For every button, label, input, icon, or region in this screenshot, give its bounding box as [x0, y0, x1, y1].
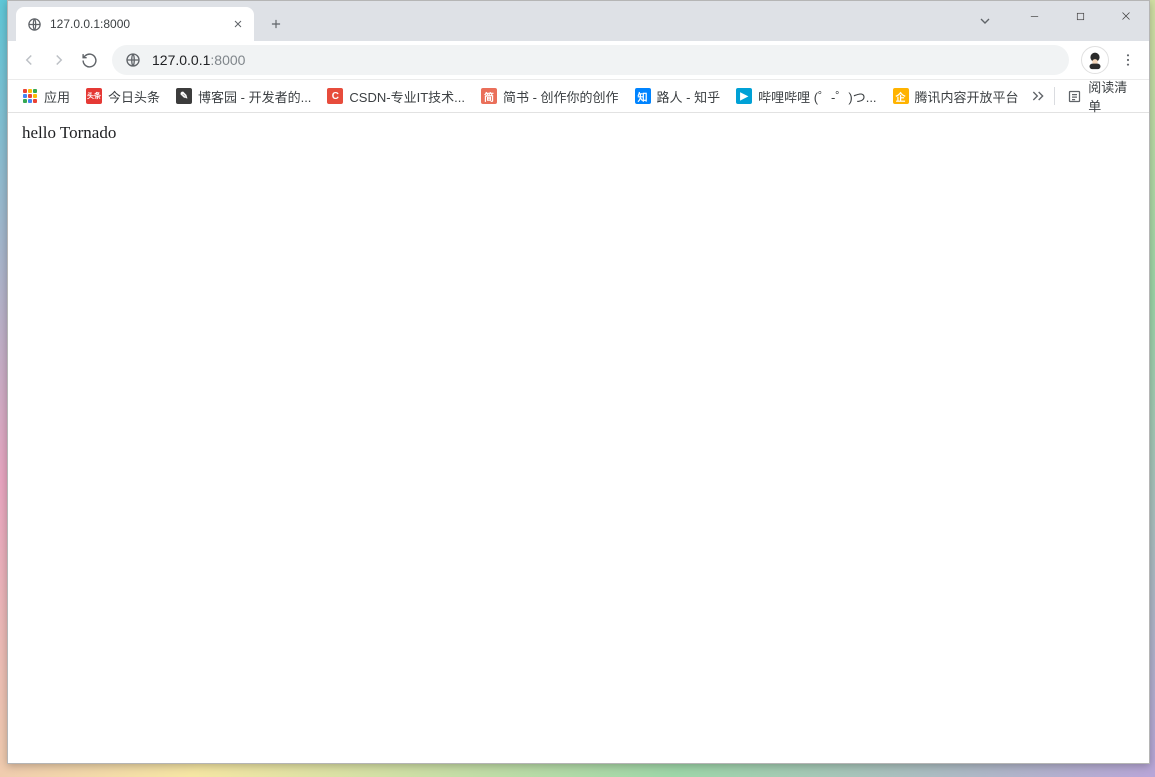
- tab-close-button[interactable]: [230, 16, 246, 32]
- bookmark-item-zhihu[interactable]: 知 路人 - 知乎: [627, 83, 729, 109]
- apps-icon: [22, 88, 38, 104]
- bookmark-label: 路人 - 知乎: [657, 87, 721, 106]
- address-bar[interactable]: 127.0.0.1:8000: [112, 45, 1069, 75]
- page-content: hello Tornado: [8, 113, 1149, 763]
- bookmark-label: 简书 - 创作你的创作: [503, 87, 619, 106]
- kebab-menu-button[interactable]: [1113, 45, 1143, 75]
- window-controls: [1011, 1, 1149, 31]
- window-maximize-button[interactable]: [1057, 1, 1103, 31]
- bookmark-favicon: 头条: [86, 88, 102, 104]
- tab-strip: 127.0.0.1:8000: [8, 1, 1149, 41]
- bookmark-item-cnblogs[interactable]: ✎ 博客园 - 开发者的...: [168, 83, 319, 109]
- globe-icon: [26, 16, 42, 32]
- browser-window: 127.0.0.1:8000: [7, 0, 1150, 764]
- browser-tab[interactable]: 127.0.0.1:8000: [16, 7, 254, 41]
- bookmark-label: CSDN-专业IT技术...: [349, 87, 465, 106]
- tab-title: 127.0.0.1:8000: [50, 17, 230, 31]
- bookmark-favicon: ✎: [176, 88, 192, 104]
- bookmarks-overflow-button[interactable]: [1027, 83, 1051, 109]
- reading-list-icon: [1067, 88, 1082, 104]
- page-body-text: hello Tornado: [22, 123, 1135, 143]
- back-button[interactable]: [14, 45, 44, 75]
- window-minimize-button[interactable]: [1011, 1, 1057, 31]
- reading-list-button[interactable]: 阅读清单: [1059, 83, 1143, 109]
- reading-list-label: 阅读清单: [1088, 77, 1135, 115]
- bookmark-label: 哔哩哔哩 (゜-゜)つ...: [758, 87, 876, 106]
- site-info-icon[interactable]: [124, 51, 142, 69]
- toolbar: 127.0.0.1:8000: [8, 41, 1149, 80]
- apps-label: 应用: [44, 87, 70, 106]
- bookmark-favicon: 简: [481, 88, 497, 104]
- bookmark-favicon: 企: [893, 88, 909, 104]
- tabs-dropdown-button[interactable]: [971, 7, 999, 35]
- url-port: :8000: [210, 52, 245, 68]
- url-host: 127.0.0.1: [152, 52, 210, 68]
- window-close-button[interactable]: [1103, 1, 1149, 31]
- bookmark-label: 腾讯内容开放平台: [915, 87, 1019, 106]
- bookmark-label: 博客园 - 开发者的...: [198, 87, 311, 106]
- forward-button[interactable]: [44, 45, 74, 75]
- bookmarks-bar: 应用 头条 今日头条 ✎ 博客园 - 开发者的... C CSDN-专业IT技术…: [8, 80, 1149, 113]
- bookmark-label: 今日头条: [108, 87, 160, 106]
- bookmark-item-jianshu[interactable]: 简 简书 - 创作你的创作: [473, 83, 627, 109]
- bookmark-favicon: 知: [635, 88, 651, 104]
- bookmark-favicon: ▶: [736, 88, 752, 104]
- separator: [1054, 87, 1055, 105]
- profile-avatar[interactable]: [1081, 46, 1109, 74]
- new-tab-button[interactable]: [262, 10, 290, 38]
- bookmark-item-tencent[interactable]: 企 腾讯内容开放平台: [885, 83, 1027, 109]
- bookmark-item-bilibili[interactable]: ▶ 哔哩哔哩 (゜-゜)つ...: [728, 83, 884, 109]
- apps-shortcut[interactable]: 应用: [14, 83, 78, 109]
- bookmark-item-csdn[interactable]: C CSDN-专业IT技术...: [319, 83, 473, 109]
- bookmark-favicon: C: [327, 88, 343, 104]
- bookmark-item-toutiao[interactable]: 头条 今日头条: [78, 83, 168, 109]
- reload-button[interactable]: [74, 45, 104, 75]
